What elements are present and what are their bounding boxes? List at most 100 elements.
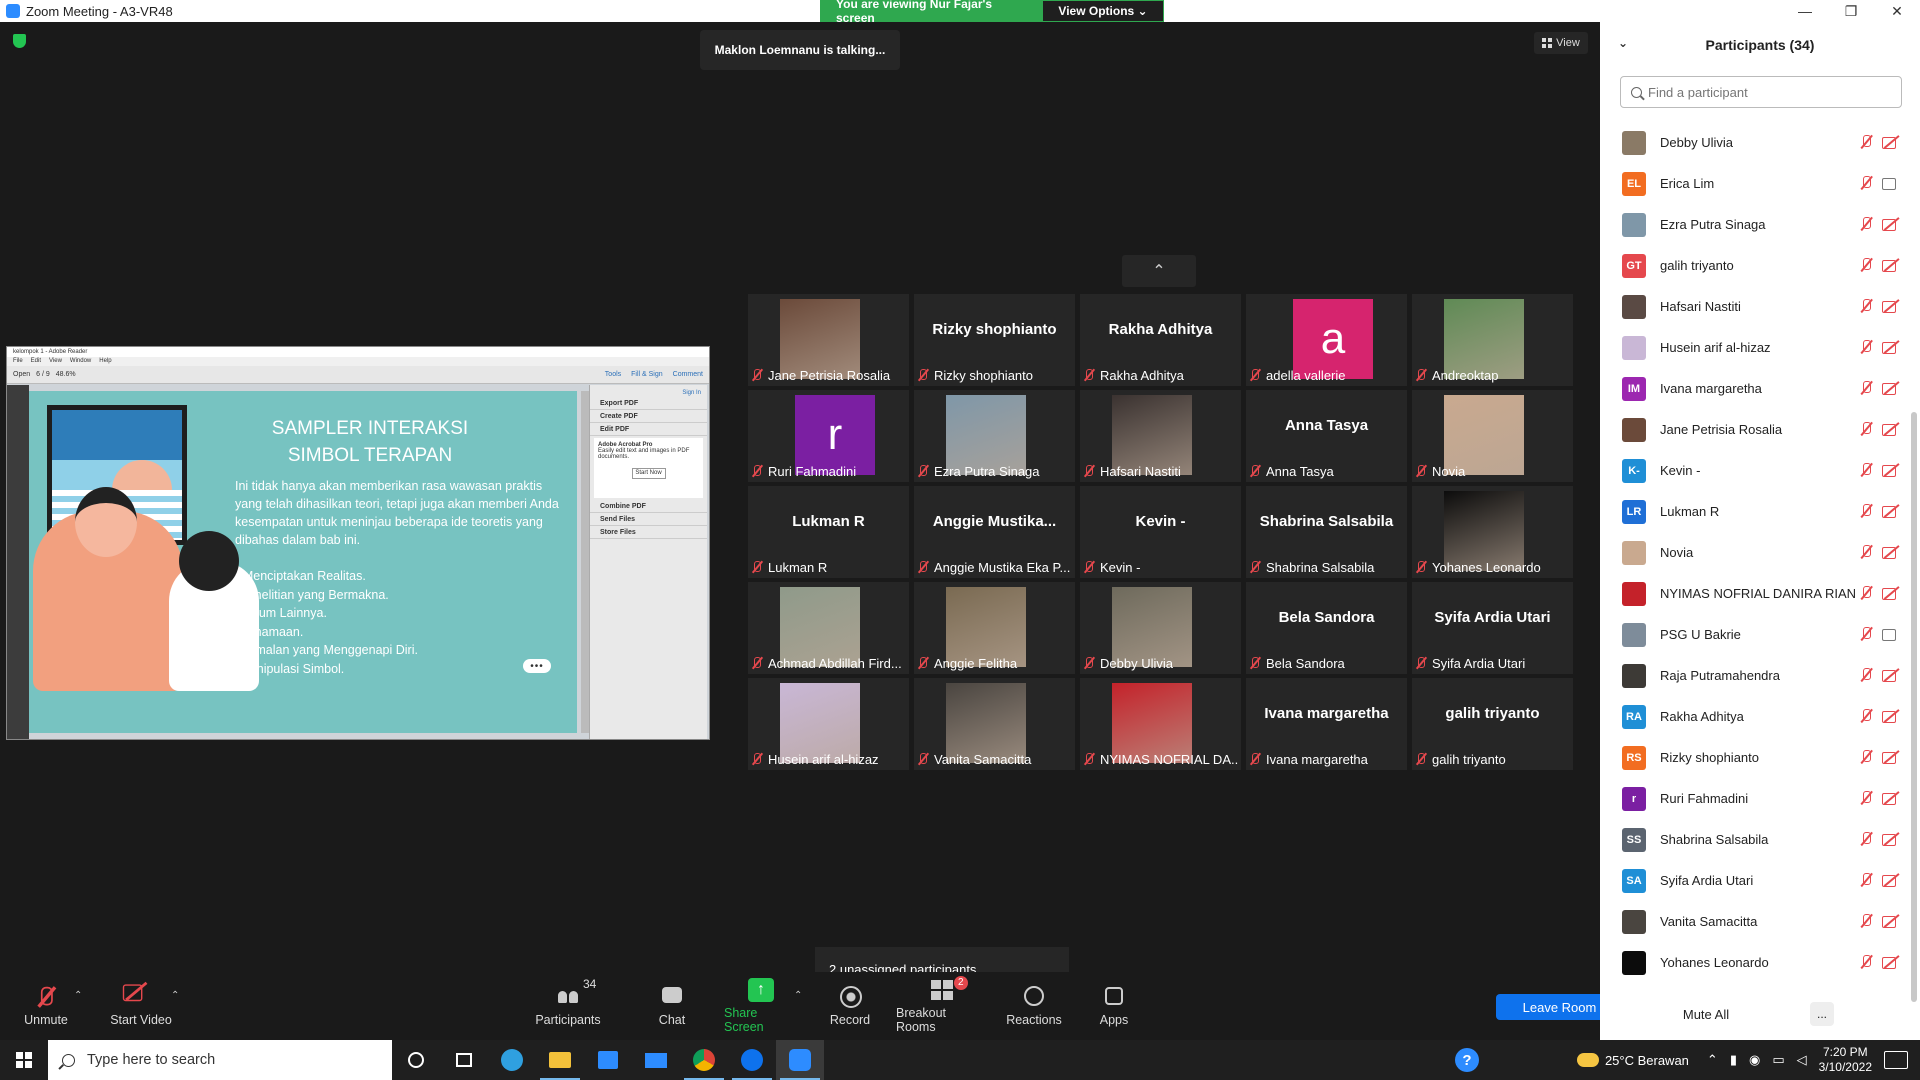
video-tile[interactable]: Anna Tasya Anna Tasya [1246, 390, 1407, 482]
search-icon [1631, 86, 1642, 98]
unmute-button[interactable]: Unmute [22, 972, 70, 1040]
view-button[interactable]: View [1534, 32, 1588, 54]
avatar [1622, 130, 1646, 155]
video-tile[interactable]: NYIMAS NOFRIAL DA... [1080, 678, 1241, 770]
view-options-button[interactable]: View Options ⌄ [1042, 0, 1164, 22]
video-tile[interactable]: Hafsari Nastiti [1080, 390, 1241, 482]
shared-screen[interactable]: kelompok 1 - Adobe Reader File Edit View… [6, 346, 710, 740]
network-tray-icon[interactable]: ▭ [1772, 1052, 1784, 1068]
apps-button[interactable]: Apps [1098, 972, 1130, 1040]
video-tile[interactable]: Achmad Abdillah Fird... [748, 582, 909, 674]
video-tile[interactable]: Husein arif al-hizaz [748, 678, 909, 770]
video-tile[interactable]: Syifa Ardia Utari Syifa Ardia Utari [1412, 582, 1573, 674]
store-taskbar-button[interactable] [584, 1040, 632, 1080]
video-tile[interactable]: r Ruri Fahmadini [748, 390, 909, 482]
participant-row[interactable]: Jane Petrisia Rosalia [1600, 409, 1910, 450]
participant-row[interactable]: Ezra Putra Sinaga [1600, 204, 1910, 245]
windows-start-button[interactable] [0, 1040, 48, 1080]
teamviewer-taskbar-button[interactable] [728, 1040, 776, 1080]
video-tile[interactable]: Ezra Putra Sinaga [914, 390, 1075, 482]
participant-row[interactable]: SA Syifa Ardia Utari [1600, 860, 1910, 901]
participant-status-icons [1858, 380, 1900, 396]
video-tile[interactable]: Debby Ulivia [1080, 582, 1241, 674]
collapse-panel-chevron-icon[interactable]: ⌄ [1618, 36, 1628, 50]
participant-row[interactable]: Raja Putramahendra [1600, 655, 1910, 696]
video-tile[interactable]: Ivana margaretha Ivana margaretha [1246, 678, 1407, 770]
participant-row[interactable]: r Ruri Fahmadini [1600, 778, 1910, 819]
video-tile[interactable]: a adella vallerie [1246, 294, 1407, 386]
store-files-item: Store Files [590, 526, 707, 539]
audio-options-caret[interactable]: ⌃ [74, 990, 82, 1001]
video-options-caret[interactable]: ⌃ [171, 990, 179, 1001]
volume-tray-icon[interactable]: ◁ [1797, 1052, 1807, 1068]
avatar: RA [1622, 704, 1646, 729]
video-tile[interactable]: Rizky shophianto Rizky shophianto [914, 294, 1075, 386]
participant-row[interactable]: LR Lukman R [1600, 491, 1910, 532]
mute-all-button[interactable]: Mute All [1676, 1002, 1736, 1026]
participant-row[interactable]: SS Shabrina Salsabila [1600, 819, 1910, 860]
video-tile[interactable]: Shabrina Salsabila Shabrina Salsabila [1246, 486, 1407, 578]
meeting-controls: Unmute ⌃ Start Video ⌃ Participants 34 C… [0, 972, 1623, 1040]
file-explorer-taskbar-button[interactable] [536, 1040, 584, 1080]
participant-row[interactable]: Hafsari Nastiti [1600, 286, 1910, 327]
chrome-taskbar-button[interactable] [680, 1040, 728, 1080]
video-tile[interactable]: Jane Petrisia Rosalia [748, 294, 909, 386]
participant-row[interactable]: RS Rizky shophianto [1600, 737, 1910, 778]
avatar: EL [1622, 171, 1646, 196]
notifications-icon[interactable] [1884, 1051, 1908, 1069]
video-tile[interactable]: Yohanes Leonardo [1412, 486, 1573, 578]
participant-row[interactable]: Husein arif al-hizaz [1600, 327, 1910, 368]
more-options-button[interactable]: ... [1810, 1002, 1834, 1026]
participant-search-input[interactable] [1648, 84, 1888, 100]
participant-row[interactable]: Novia [1600, 532, 1910, 573]
participant-row[interactable]: NYIMAS NOFRIAL DANIRA RIAN [1600, 573, 1910, 614]
video-tile[interactable]: Novia [1412, 390, 1573, 482]
participant-row[interactable]: GT galih triyanto [1600, 245, 1910, 286]
cortana-button[interactable] [392, 1040, 440, 1080]
video-tile[interactable]: Rakha Adhitya Rakha Adhitya [1080, 294, 1241, 386]
participant-row[interactable]: K- Kevin - [1600, 450, 1910, 491]
participant-row[interactable]: EL Erica Lim [1600, 163, 1910, 204]
video-off-icon [1882, 339, 1900, 355]
task-view-button[interactable] [440, 1040, 488, 1080]
location-tray-icon[interactable]: ◉ [1749, 1052, 1760, 1068]
collapse-videos-button[interactable]: ⌃ [1122, 255, 1196, 287]
mail-taskbar-button[interactable] [632, 1040, 680, 1080]
zoom-taskbar-button[interactable] [776, 1040, 824, 1080]
taskbar-clock[interactable]: 7:20 PM 3/10/2022 [1819, 1045, 1872, 1075]
weather-text[interactable]: 25°C Berawan [1605, 1053, 1689, 1068]
participant-row[interactable]: IM Ivana margaretha [1600, 368, 1910, 409]
help-icon[interactable]: ? [1455, 1048, 1479, 1072]
minimize-button[interactable]: — [1782, 0, 1828, 22]
close-button[interactable]: ✕ [1874, 0, 1920, 22]
video-tile[interactable]: Kevin - Kevin - [1080, 486, 1241, 578]
video-tile[interactable]: Bela Sandora Bela Sandora [1246, 582, 1407, 674]
share-options-caret[interactable]: ⌃ [794, 990, 802, 1001]
start-video-button[interactable]: Start Video [106, 972, 176, 1040]
participant-row[interactable]: PSG U Bakrie [1600, 614, 1910, 655]
security-shield-icon[interactable] [13, 34, 26, 48]
microphone-tray-icon[interactable]: ▮ [1730, 1052, 1737, 1068]
edge-taskbar-button[interactable] [488, 1040, 536, 1080]
participant-search[interactable] [1620, 76, 1902, 108]
video-tile[interactable]: Anggie Mustika... Anggie Mustika Eka P... [914, 486, 1075, 578]
participant-row[interactable]: Debby Ulivia [1600, 122, 1910, 163]
video-tile[interactable]: Anggie Felitha [914, 582, 1075, 674]
participant-list-scrollbar[interactable] [1911, 412, 1917, 1002]
participant-row[interactable]: Vanita Samacitta [1600, 901, 1910, 942]
restore-button[interactable]: ❐ [1828, 0, 1874, 22]
record-button[interactable]: Record [826, 972, 874, 1040]
participant-row[interactable]: Yohanes Leonardo [1600, 942, 1910, 983]
share-screen-button[interactable]: Share Screen [724, 972, 798, 1040]
reactions-button[interactable]: Reactions [1006, 972, 1062, 1040]
video-tile[interactable]: Andreoktap [1412, 294, 1573, 386]
video-tile[interactable]: Vanita Samacitta [914, 678, 1075, 770]
taskbar-search-box[interactable]: Type here to search [48, 1040, 392, 1080]
participant-list: Debby Ulivia EL Erica Lim Ezra Putra Sinaga… [1600, 122, 1910, 1022]
tray-overflow-icon[interactable]: ⌃ [1707, 1052, 1718, 1068]
breakout-rooms-button[interactable]: Breakout Rooms [896, 972, 988, 1040]
chat-button[interactable]: Chat [650, 972, 694, 1040]
participant-row[interactable]: RA Rakha Adhitya [1600, 696, 1910, 737]
video-tile[interactable]: galih triyanto galih triyanto [1412, 678, 1573, 770]
video-tile[interactable]: Lukman R Lukman R [748, 486, 909, 578]
